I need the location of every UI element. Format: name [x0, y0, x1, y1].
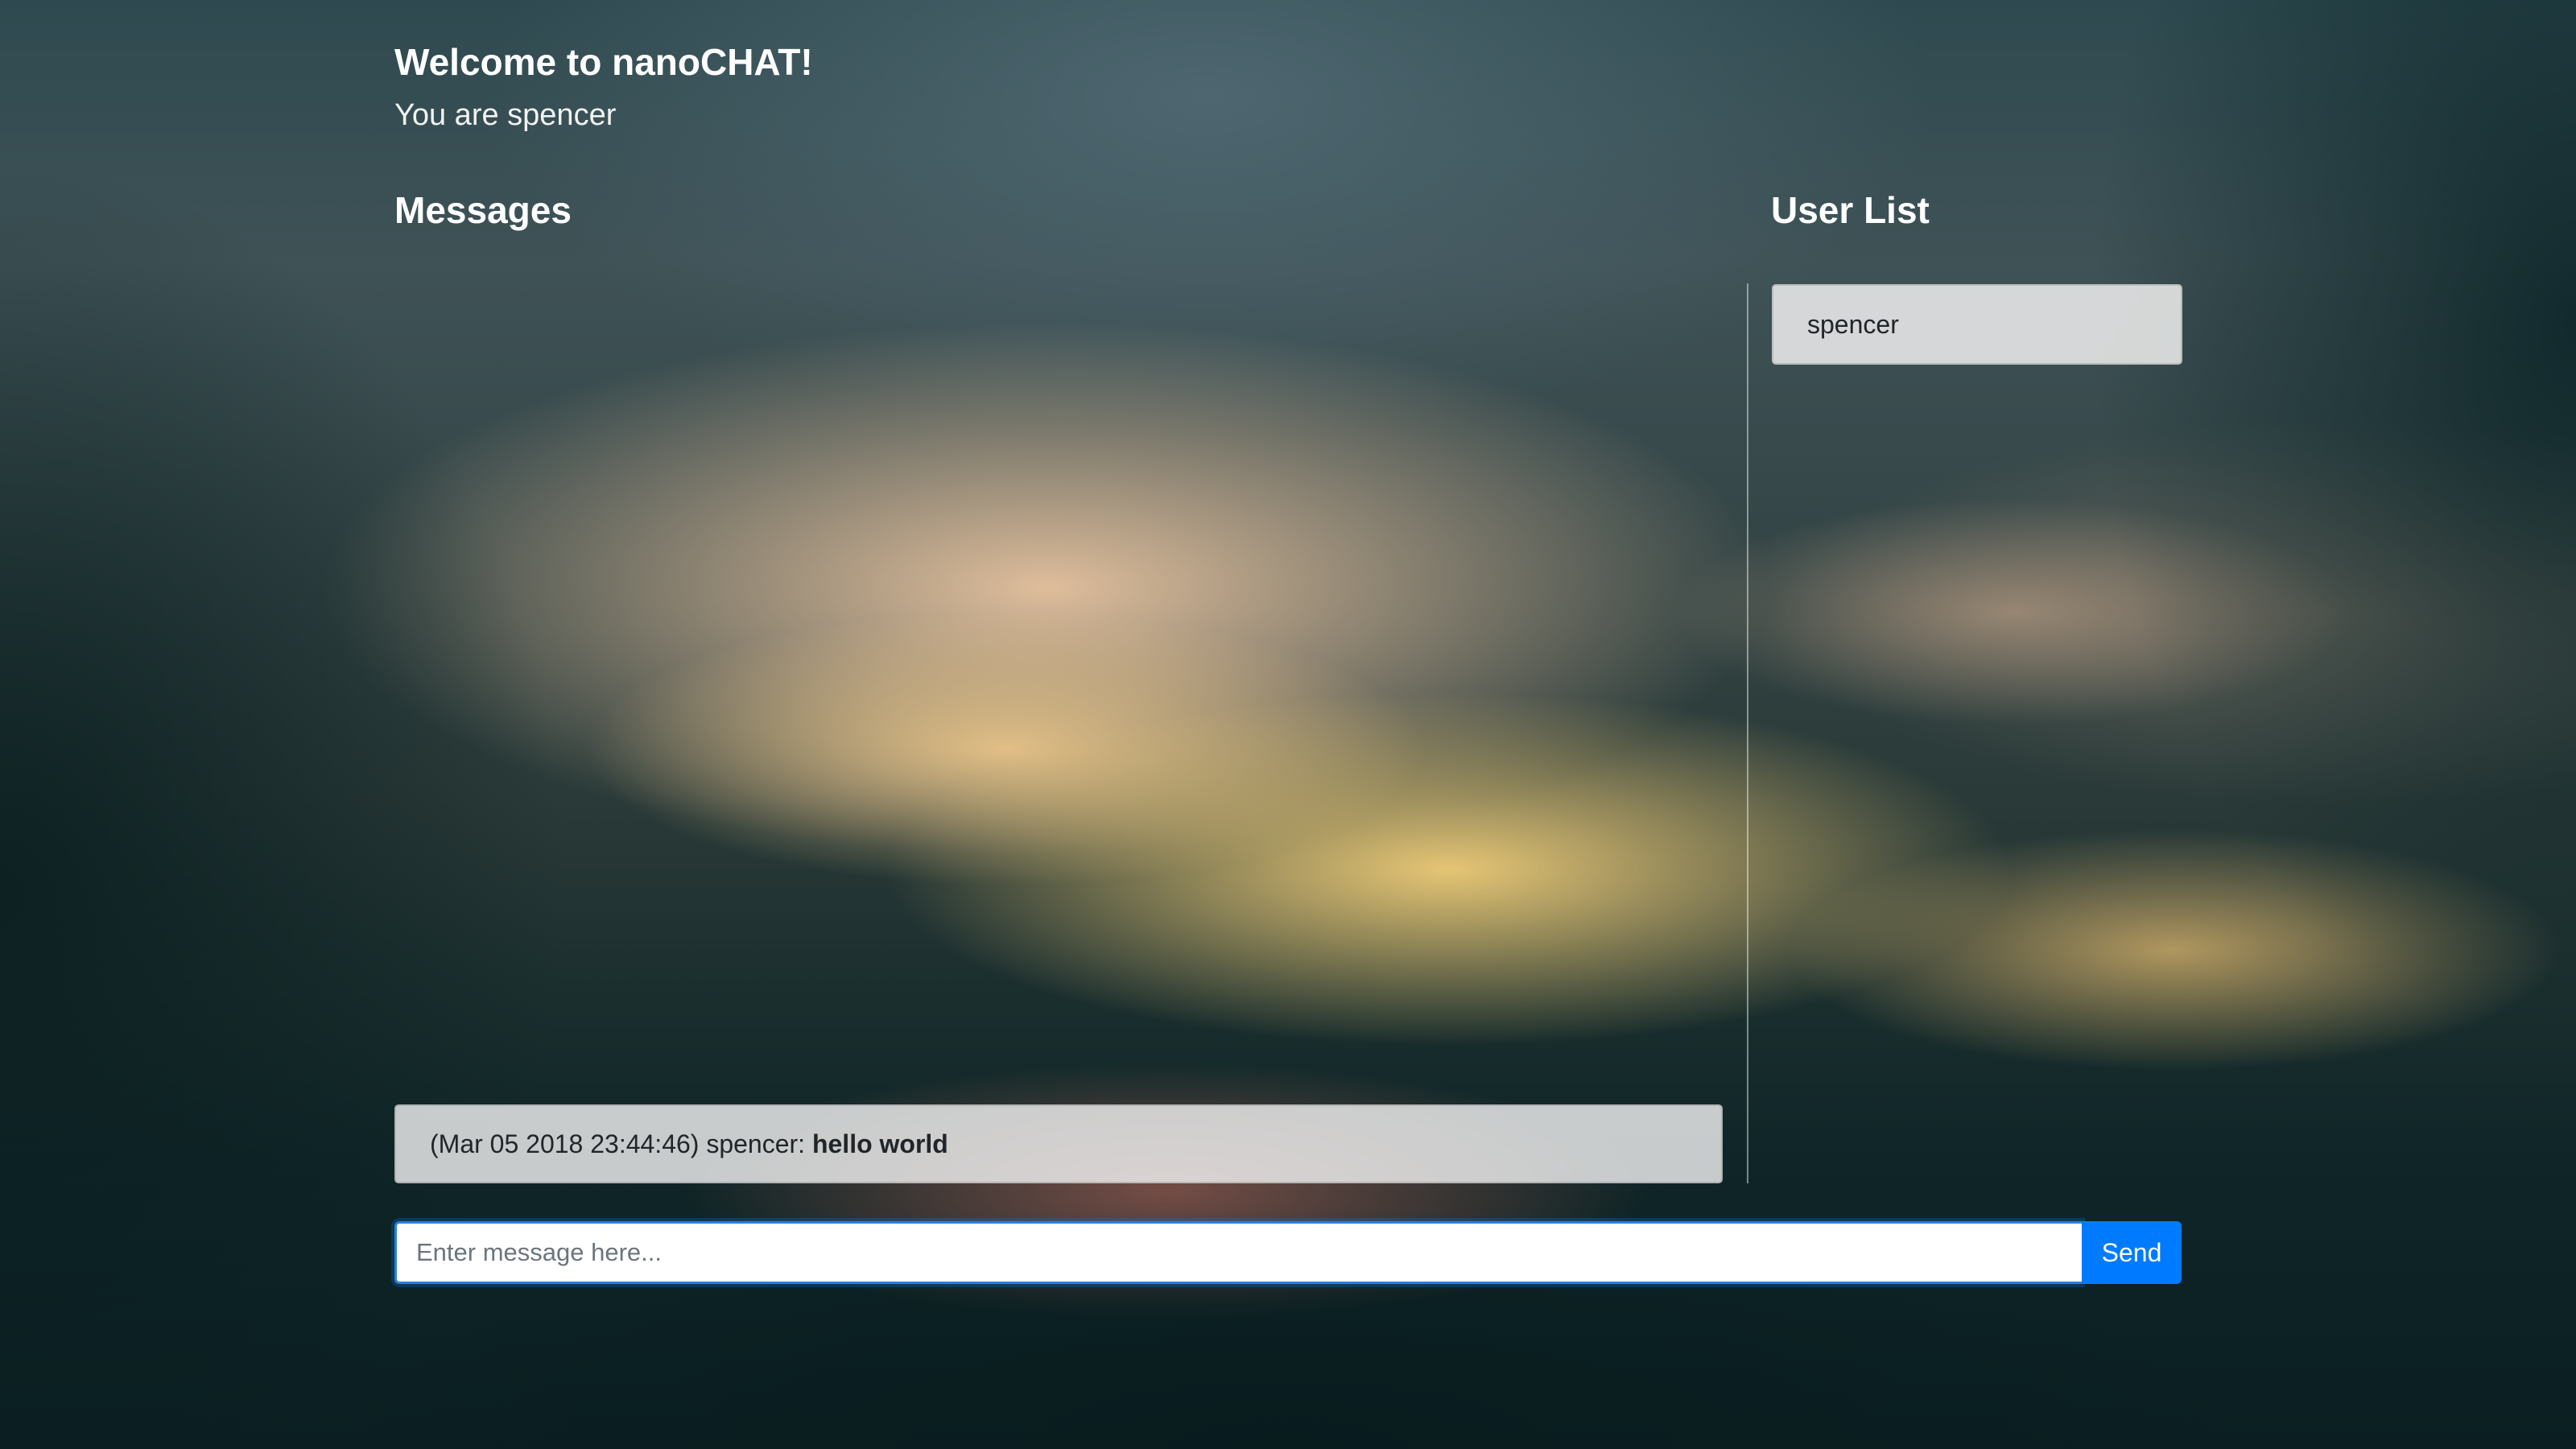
list-item: (Mar 05 2018 23:44:46) spencer: hello wo…	[394, 1104, 1723, 1183]
message-author: spencer:	[706, 1129, 806, 1158]
messages-heading: Messages	[394, 189, 572, 231]
message-text: hello world	[811, 1129, 948, 1158]
message-composer: Send	[394, 1221, 2182, 1284]
user-list-item: spencer	[1772, 284, 2182, 365]
page-title: Welcome to nanoCHAT!	[394, 41, 813, 83]
message-timestamp: (Mar 05 2018 23:44:46)	[430, 1129, 700, 1158]
column-divider	[1747, 283, 1748, 1183]
user-list-heading: User List	[1771, 189, 1930, 231]
current-user-label: You are spencer	[394, 98, 617, 132]
chat-container: Welcome to nanoCHAT! You are spencer Mes…	[394, 0, 2182, 1449]
send-button[interactable]: Send	[2082, 1221, 2182, 1284]
messages-panel[interactable]: (Mar 05 2018 23:44:46) spencer: hello wo…	[394, 283, 1723, 1183]
user-list: spencer	[1772, 284, 2182, 365]
message-input[interactable]	[394, 1221, 2082, 1284]
